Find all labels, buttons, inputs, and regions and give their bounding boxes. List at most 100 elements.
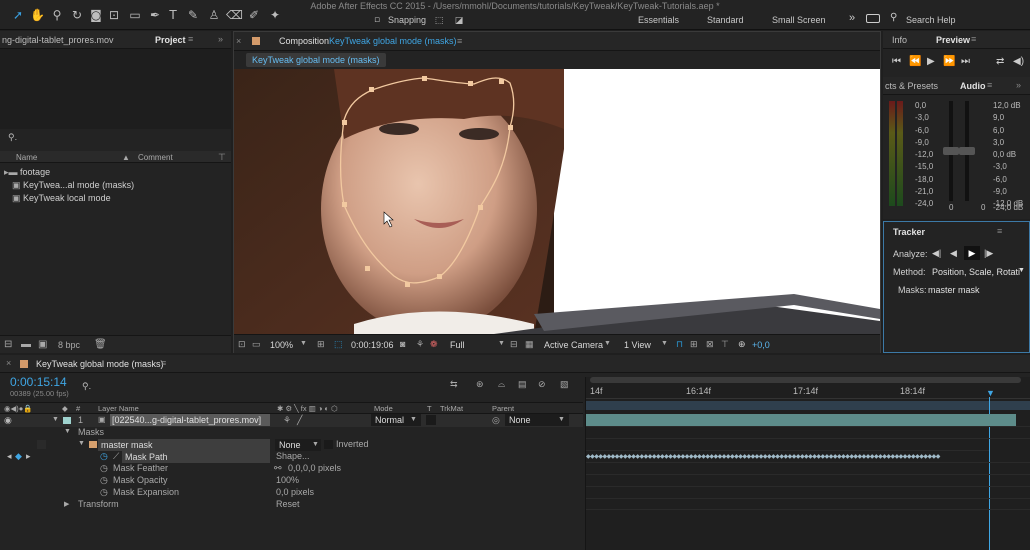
analyze-backward-icon[interactable]: ◀ bbox=[950, 248, 957, 259]
layer-name[interactable]: [022540...g-digital-tablet_prores.mov] bbox=[110, 414, 270, 426]
expand-triangle-icon[interactable]: ▼ bbox=[64, 428, 71, 435]
zoom-tool-icon[interactable]: ⚲ bbox=[50, 8, 64, 22]
mask-row[interactable]: ▼ master mask None ▼ Inverted bbox=[0, 439, 583, 451]
workspace-overflow-icon[interactable]: » bbox=[849, 12, 855, 24]
property-name[interactable]: Mask Path bbox=[122, 451, 270, 463]
timeline-icon[interactable]: ⊠ bbox=[706, 339, 714, 350]
roto-brush-tool-icon[interactable]: ✐ bbox=[247, 8, 261, 22]
panel-overflow-icon[interactable]: » bbox=[1016, 80, 1021, 90]
mask-opacity-value[interactable]: 100% bbox=[276, 475, 299, 485]
playhead-icon[interactable]: ▼ bbox=[986, 389, 995, 398]
mask-path-keyframes[interactable]: ◆◆◆◆◆◆◆◆◆◆◆◆◆◆◆◆◆◆◆◆◆◆◆◆◆◆◆◆◆◆◆◆◆◆◆◆◆◆◆◆… bbox=[586, 450, 989, 462]
composition-menu-icon[interactable]: ≡ bbox=[457, 36, 462, 46]
workspace-small-screen[interactable]: Small Screen bbox=[772, 15, 826, 25]
selection-tool-icon[interactable]: ➚ bbox=[11, 8, 25, 22]
stopwatch-icon[interactable]: ◷ bbox=[100, 463, 108, 474]
preview-menu-icon[interactable]: ≡ bbox=[971, 34, 976, 44]
composition-viewer[interactable] bbox=[234, 69, 880, 334]
close-tab-icon[interactable]: × bbox=[236, 36, 241, 46]
toggle-mask-visibility-icon[interactable]: ⊟ bbox=[510, 339, 518, 350]
hide-shy-layers-icon[interactable]: ⌓ bbox=[498, 379, 505, 390]
graph-editor-icon[interactable]: ▧ bbox=[560, 379, 569, 390]
parent-pickwhip-icon[interactable]: ◎ bbox=[492, 415, 500, 426]
snapping-checkbox[interactable]: ▫ bbox=[372, 13, 382, 27]
motion-blur-icon[interactable]: ⊘ bbox=[538, 379, 546, 390]
trash-icon[interactable]: 🗑 bbox=[94, 339, 107, 350]
work-area-bar[interactable] bbox=[586, 401, 1030, 410]
always-preview-icon[interactable]: ⊡ bbox=[238, 339, 246, 350]
rectangle-tool-icon[interactable]: ▭ bbox=[128, 8, 142, 22]
zoom-navigator-bar[interactable] bbox=[590, 377, 1021, 383]
mask-feather-row[interactable]: ◷ Mask Feather ⚯ 0,0,0,0 pixels bbox=[0, 463, 583, 475]
hand-tool-icon[interactable]: ✋ bbox=[30, 8, 45, 22]
column-trkmat[interactable]: TrkMat bbox=[440, 404, 463, 413]
analyze-forward-one-icon[interactable]: |▶ bbox=[984, 248, 993, 259]
last-frame-icon[interactable]: ⏭ bbox=[961, 56, 970, 67]
pan-behind-tool-icon[interactable]: ⊡ bbox=[107, 8, 121, 22]
pen-tool-icon[interactable]: ✒ bbox=[148, 8, 162, 22]
column-parent[interactable]: Parent bbox=[492, 404, 514, 413]
layer-search-icon[interactable]: ⚲. bbox=[82, 381, 91, 392]
comp-flowchart-icon[interactable]: ⊤ bbox=[721, 339, 729, 350]
inverted-checkbox[interactable] bbox=[324, 440, 333, 449]
project-item-comp[interactable]: ▣ KeyTweak local mode bbox=[12, 192, 231, 204]
camera-tool-icon[interactable]: ◙ bbox=[89, 8, 103, 22]
timeline-tab[interactable]: KeyTweak global mode (masks) bbox=[36, 359, 164, 369]
composition-mini-flowchart-icon[interactable]: ⇆ bbox=[450, 379, 458, 390]
stopwatch-icon[interactable]: ◷ bbox=[100, 487, 108, 498]
search-help-input[interactable]: Search Help bbox=[906, 15, 956, 25]
keyframe-icon[interactable]: ◆ bbox=[15, 451, 22, 462]
quality-switch-icon[interactable]: ╱ bbox=[297, 415, 302, 426]
exposure-value[interactable]: +0,0 bbox=[752, 340, 770, 350]
mask-path-value[interactable]: Shape... bbox=[276, 451, 310, 461]
mask-name[interactable]: master mask bbox=[98, 439, 270, 451]
mask-opacity-row[interactable]: ◷ Mask Opacity 100% bbox=[0, 475, 583, 487]
loop-icon[interactable]: ⇄ bbox=[996, 56, 1004, 67]
mask-path-overlay[interactable] bbox=[234, 69, 880, 334]
layer-switch-icon[interactable]: ⚘ bbox=[283, 415, 291, 426]
play-icon[interactable]: ▶ bbox=[927, 56, 935, 67]
column-comment[interactable]: Comment bbox=[138, 153, 173, 162]
layer-label-color[interactable] bbox=[63, 417, 71, 424]
tab-source-footage[interactable]: ng-digital-tablet_prores.mov bbox=[2, 35, 114, 45]
tab-audio[interactable]: Audio bbox=[960, 81, 986, 91]
preserve-transparency-checkbox[interactable] bbox=[426, 415, 436, 425]
next-keyframe-icon[interactable]: ▸ bbox=[26, 451, 31, 462]
brush-tool-icon[interactable]: ✎ bbox=[186, 8, 200, 22]
rotate-tool-icon[interactable]: ↻ bbox=[70, 8, 84, 22]
tab-preview[interactable]: Preview bbox=[936, 35, 970, 45]
timeline-menu-icon[interactable]: ≡ bbox=[161, 358, 166, 368]
tracker-menu-icon[interactable]: ≡ bbox=[997, 226, 1002, 236]
eraser-tool-icon[interactable]: ⌫ bbox=[226, 8, 243, 22]
breadcrumb[interactable]: KeyTweak global mode (masks) bbox=[246, 53, 386, 67]
project-item-comp[interactable]: ▣ KeyTwea...al mode (masks) bbox=[12, 179, 231, 191]
collapse-triangle-icon[interactable]: ▶ bbox=[64, 500, 69, 508]
show-snapshot-icon[interactable]: ⚘ bbox=[416, 339, 424, 350]
toggle-pixel-aspect-icon[interactable]: ⊓ bbox=[676, 339, 683, 350]
tab-effects-presets[interactable]: cts & Presets bbox=[885, 81, 938, 91]
bit-depth-button[interactable]: 8 bpc bbox=[58, 340, 80, 350]
mask-color-swatch[interactable] bbox=[89, 441, 97, 448]
graph-icon[interactable]: ⟋ bbox=[113, 451, 119, 462]
link-icon[interactable]: ⚯ bbox=[274, 463, 282, 474]
current-time-display[interactable]: 0:00:19:06 bbox=[351, 340, 394, 350]
frame-blending-icon[interactable]: ▤ bbox=[518, 379, 527, 390]
project-menu-icon[interactable]: ≡ bbox=[188, 34, 193, 44]
timeline-graph[interactable]: 14f 16:14f 17:14f 18:14f ▼ ◆◆◆◆◆◆◆◆◆◆◆◆◆… bbox=[585, 377, 1030, 550]
active-camera-dropdown[interactable]: Active Camera bbox=[544, 340, 603, 350]
draft-3d-icon[interactable]: ⊛ bbox=[476, 379, 484, 390]
tab-info[interactable]: Info bbox=[892, 35, 907, 45]
column-mode[interactable]: Mode bbox=[374, 404, 393, 413]
project-item-folder[interactable]: ▸▬ footage bbox=[4, 166, 231, 178]
analyze-forward-icon[interactable]: ▶ bbox=[964, 246, 980, 260]
panel-overflow-icon[interactable]: » bbox=[218, 34, 223, 44]
puppet-tool-icon[interactable]: ✦ bbox=[268, 8, 282, 22]
layer-duration-bar[interactable] bbox=[586, 414, 1016, 426]
snap-to-edges-icon[interactable]: ◪ bbox=[452, 14, 466, 28]
new-folder-icon[interactable]: ▬ bbox=[21, 339, 31, 350]
fast-previews-icon[interactable]: ⊞ bbox=[690, 339, 698, 350]
column-name[interactable]: Name bbox=[16, 153, 37, 162]
next-frame-icon[interactable]: ⏩ bbox=[943, 56, 955, 67]
exposure-reset-icon[interactable]: ⊕ bbox=[738, 339, 746, 350]
view-layout-dropdown[interactable]: 1 View bbox=[624, 340, 651, 350]
